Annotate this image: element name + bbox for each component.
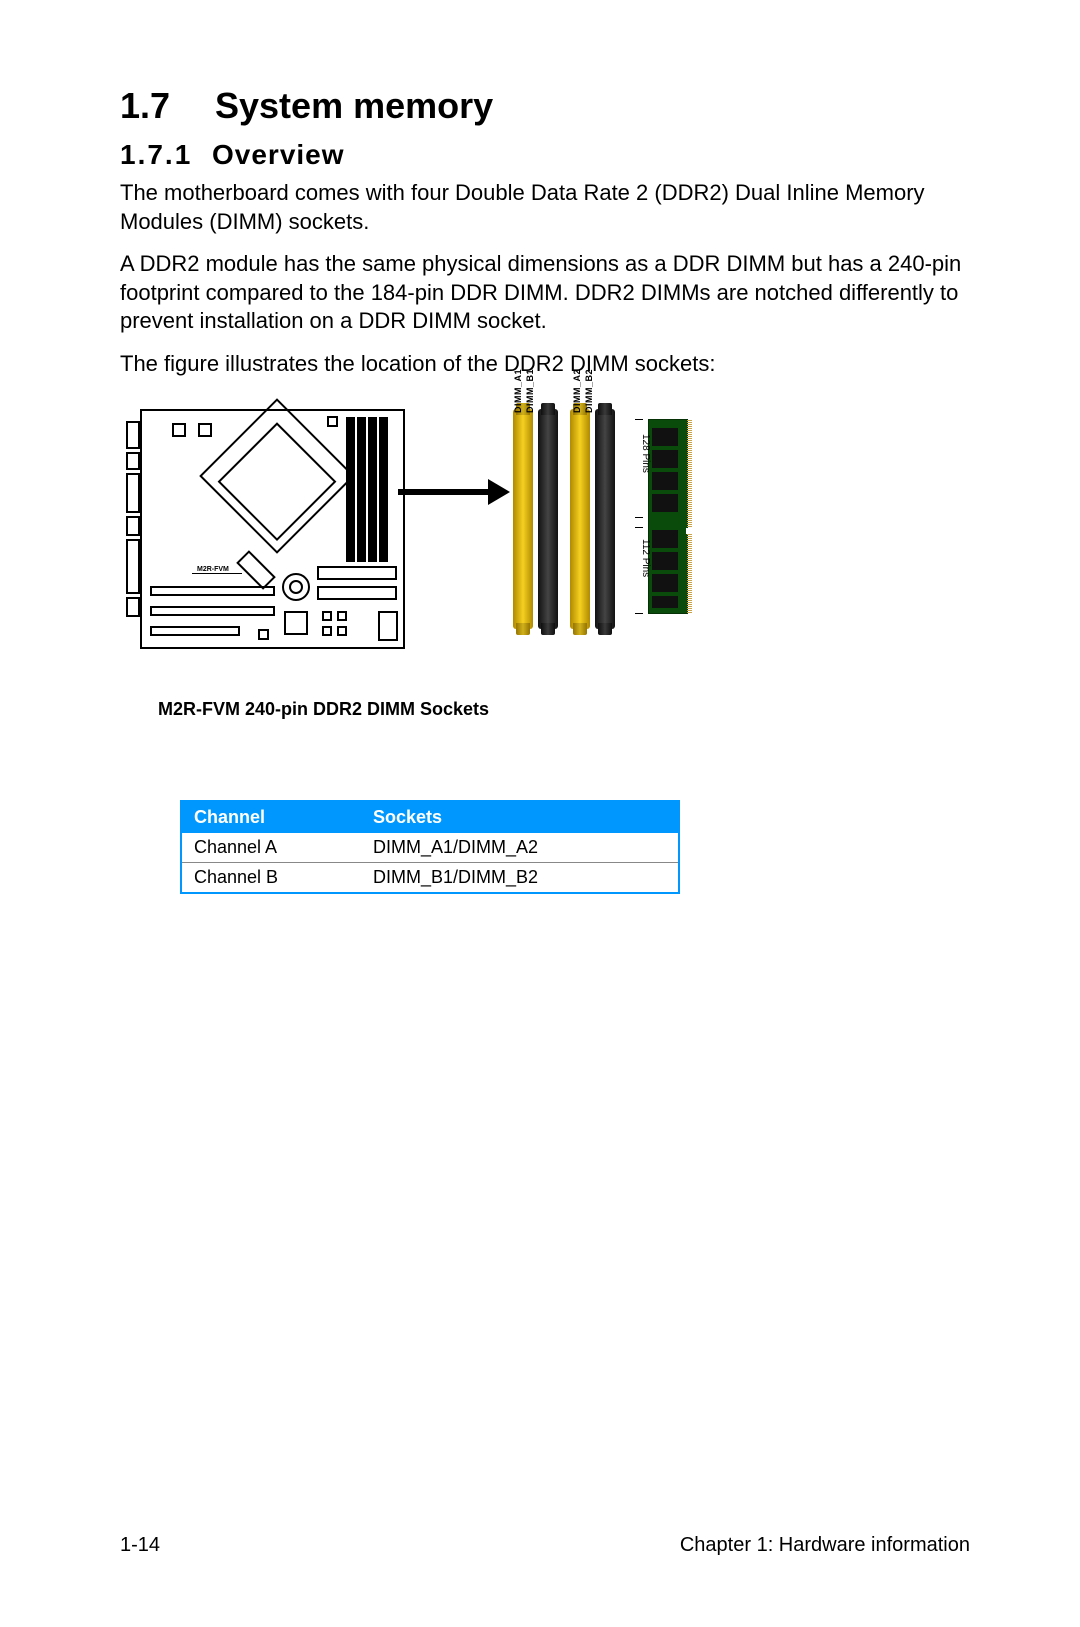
- arrow-head-icon: [488, 479, 510, 505]
- io-edge-icon: [126, 421, 140, 636]
- subsection-number: 1.7.1: [120, 139, 212, 171]
- table-cell: DIMM_B1/DIMM_B2: [361, 862, 679, 893]
- paragraph: A DDR2 module has the same physical dime…: [120, 250, 970, 336]
- ram-module-icon: [648, 419, 688, 614]
- board-model-label: M2R-FVM: [197, 566, 229, 573]
- table-cell: DIMM_A1/DIMM_A2: [361, 833, 679, 863]
- dimm-socket-icon: [538, 409, 558, 629]
- subsection-heading: 1.7.1Overview: [120, 139, 970, 171]
- channel-socket-table: Channel Sockets Channel A DIMM_A1/DIMM_A…: [180, 800, 680, 894]
- dimm-label: DIMM_B1: [525, 369, 535, 413]
- subsection-title: Overview: [212, 139, 345, 170]
- table-header: Sockets: [361, 801, 679, 833]
- dimm-label: DIMM_B2: [584, 369, 594, 413]
- dimm-location-figure: M2R-FVM DIMM_A1 DIMM_B1 DIMM_A2 DIMM_B2: [140, 409, 800, 689]
- dimm-socket-icon: [595, 409, 615, 629]
- chapter-label: Chapter 1: Hardware information: [680, 1534, 970, 1557]
- table-cell: Channel B: [181, 862, 361, 893]
- figure-caption: M2R-FVM 240-pin DDR2 DIMM Sockets: [158, 699, 970, 720]
- arrow-icon: [398, 489, 493, 495]
- dimm-label: DIMM_A1: [513, 369, 523, 413]
- table-header-row: Channel Sockets: [181, 801, 679, 833]
- dimm-slots-icon: [346, 417, 396, 562]
- table-row: Channel B DIMM_B1/DIMM_B2: [181, 862, 679, 893]
- table-row: Channel A DIMM_A1/DIMM_A2: [181, 833, 679, 863]
- dimm-socket-icon: [570, 409, 590, 629]
- table-cell: Channel A: [181, 833, 361, 863]
- paragraph: The motherboard comes with four Double D…: [120, 179, 970, 236]
- section-heading: 1.7System memory: [120, 85, 970, 127]
- dimm-socket-icon: [513, 409, 533, 629]
- paragraph: The figure illustrates the location of t…: [120, 350, 970, 379]
- section-number: 1.7: [120, 85, 215, 127]
- table-header: Channel: [181, 801, 361, 833]
- page: 1.7System memory 1.7.1Overview The mothe…: [0, 0, 1080, 1627]
- section-title: System memory: [215, 85, 493, 126]
- pin-count-label: 128 Pins: [640, 434, 651, 473]
- pin-count-label: 112 Pins: [640, 539, 651, 577]
- page-number: 1-14: [120, 1534, 160, 1557]
- page-footer: 1-14 Chapter 1: Hardware information: [120, 1534, 970, 1557]
- dimm-label: DIMM_A2: [572, 369, 582, 413]
- motherboard-schematic-icon: M2R-FVM: [140, 409, 405, 649]
